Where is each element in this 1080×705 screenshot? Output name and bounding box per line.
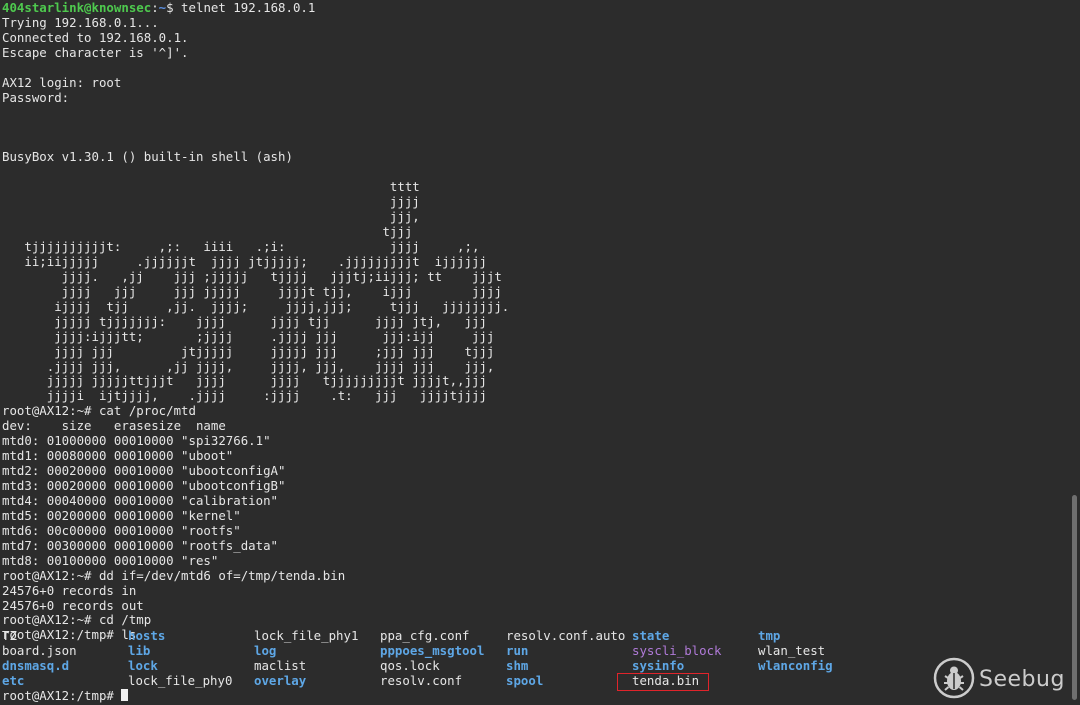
output-line: root@AX12:~# dd if=/dev/mtd6 of=/tmp/ten… — [2, 567, 346, 583]
telnet-command-line: 404starlink@knownsec:~$ telnet 192.168.0… — [2, 0, 1060, 16]
terminal-output: 404starlink@knownsec:~$ telnet 192.168.0… — [2, 0, 1060, 643]
terminal-scrollbar[interactable] — [1072, 495, 1077, 700]
output-line: Connected to 192.168.0.1. — [2, 29, 189, 45]
output-line: 24576+0 records in — [2, 582, 137, 598]
watermark-text: Seebug — [979, 666, 1065, 692]
ls-entry: etc — [2, 672, 25, 688]
output-line: Password: — [2, 89, 70, 105]
final-prompt: root@AX12:/tmp# — [2, 688, 122, 703]
output-line: jjj, — [2, 209, 420, 225]
output-line: jjjj — [2, 194, 420, 210]
ls-entry: ppa_cfg.conf — [380, 628, 470, 643]
ls-entry: pppoes_msgtool — [380, 642, 485, 658]
ls-entry: resolv.conf.auto — [506, 628, 626, 643]
prompt-separator: : — [151, 0, 159, 15]
ls-listing: TZ hosts lock_file_phy1 ppa_cfg.conf resolv.… — [2, 628, 902, 689]
output-line: BusyBox v1.30.1 () built-in shell (ash) — [2, 149, 293, 165]
output-line: Trying 192.168.0.1... — [2, 14, 159, 30]
output-line: mtd7: 00300000 00010000 "rootfs_data" — [2, 537, 279, 553]
output-line: jjjj jjj jjj jjjjj jjjjt tjj, ijjj jjjj — [2, 283, 502, 299]
prompt-user: 404starlink@knownsec — [2, 0, 152, 15]
output-line: mtd3: 00020000 00010000 "ubootconfigB" — [2, 478, 286, 493]
output-line: tttt — [2, 179, 420, 195]
output-line: ijjjj tjj ,jj. jjjj; jjjj,jjj; tjjj jjjj… — [2, 298, 510, 314]
tenda-bin-highlight — [617, 673, 709, 691]
output-line: mtd8: 00100000 00010000 "res" — [2, 552, 219, 568]
output-line: jjjj:ijjjtt; ;jjjj .jjjj jjj jjj:ijj jjj — [2, 328, 495, 344]
text-cursor — [121, 689, 129, 701]
output-line: jjjj. ,jj jjj ;jjjjj tjjjj jjjtj;iijjj; … — [2, 268, 502, 284]
telnet-command: $ telnet 192.168.0.1 — [166, 0, 316, 15]
output-line: tjjjjjjjjjjt: ,;: iiii .;i: jjjj ,;, — [2, 239, 480, 254]
ls-entry: tmp — [758, 628, 781, 643]
ls-entry: shm — [506, 657, 529, 673]
current-prompt-line[interactable]: root@AX12:/tmp# — [2, 688, 129, 704]
output-line: .jjjj jjj, ,jj jjjj, jjjj, jjj, jjjj jjj… — [2, 358, 495, 374]
ls-entry: log — [254, 642, 277, 658]
ls-entry: spool — [506, 672, 544, 688]
ls-entry: lock_file_phy0 — [128, 672, 233, 688]
ls-entry: sysinfo — [632, 657, 685, 673]
seebug-bug-icon — [933, 657, 975, 703]
output-line: root@AX12:~# cd /tmp — [2, 612, 152, 628]
ls-entry: lib — [128, 642, 151, 658]
ls-entry: wlan_test — [758, 642, 826, 658]
output-line: ii;iijjjjj .jjjjjjt jjjj jtjjjjj; .jjjjj… — [2, 253, 487, 269]
output-line: dev: size erasesize name — [2, 418, 226, 434]
ls-entry: TZ — [2, 628, 17, 643]
output-line: tjjj — [2, 224, 413, 240]
output-line: mtd0: 01000000 00010000 "spi32766.1" — [2, 433, 271, 449]
ls-entry: overlay — [254, 672, 307, 688]
ls-entry: hosts — [128, 628, 166, 643]
output-line: jjjji ijtjjjj, .jjjj :jjjj .t: jjj jjjjt… — [2, 388, 487, 404]
output-line: mtd1: 00080000 00010000 "uboot" — [2, 448, 234, 464]
ls-entry: lock_file_phy1 — [254, 628, 359, 643]
ls-entry: qos.lock — [380, 657, 440, 673]
ls-entry: run — [506, 642, 529, 658]
output-line: jjjjj tjjjjjjj: jjjj jjjj tjj jjjj jtj, … — [2, 313, 487, 329]
terminal-window[interactable]: 404starlink@knownsec:~$ telnet 192.168.0… — [0, 0, 1080, 705]
output-line: jjjj jjj jtjjjjj jjjjj jjj ;jjj jjj tjjj — [2, 343, 495, 359]
ls-entry: maclist — [254, 657, 307, 673]
seebug-watermark: Seebug — [933, 657, 1065, 703]
output-line: mtd4: 00040000 00010000 "calibration" — [2, 492, 279, 508]
output-lines: Trying 192.168.0.1... Connected to 192.16… — [2, 14, 1060, 643]
output-line: mtd5: 00200000 00010000 "kernel" — [2, 507, 241, 523]
ls-entry: state — [632, 628, 670, 643]
output-line: 24576+0 records out — [2, 597, 144, 613]
output-line: jjjjj jjjjjttjjjt jjjj jjjj tjjjjjjjjjt … — [2, 373, 487, 389]
output-line: Escape character is '^]'. — [2, 44, 189, 60]
output-line: AX12 login: root — [2, 74, 122, 90]
output-line: mtd6: 00c00000 00010000 "rootfs" — [2, 522, 241, 538]
ls-entry: dnsmasq.d — [2, 657, 70, 673]
ls-entry: syscli_block — [632, 642, 722, 658]
output-line: mtd2: 00020000 00010000 "ubootconfigA" — [2, 463, 286, 479]
ls-entry: lock — [128, 657, 158, 673]
ls-entry: wlanconfig — [758, 657, 833, 673]
output-line: root@AX12:~# cat /proc/mtd — [2, 403, 196, 419]
ls-entry: board.json — [2, 642, 77, 658]
ls-entry: resolv.conf — [380, 672, 463, 688]
